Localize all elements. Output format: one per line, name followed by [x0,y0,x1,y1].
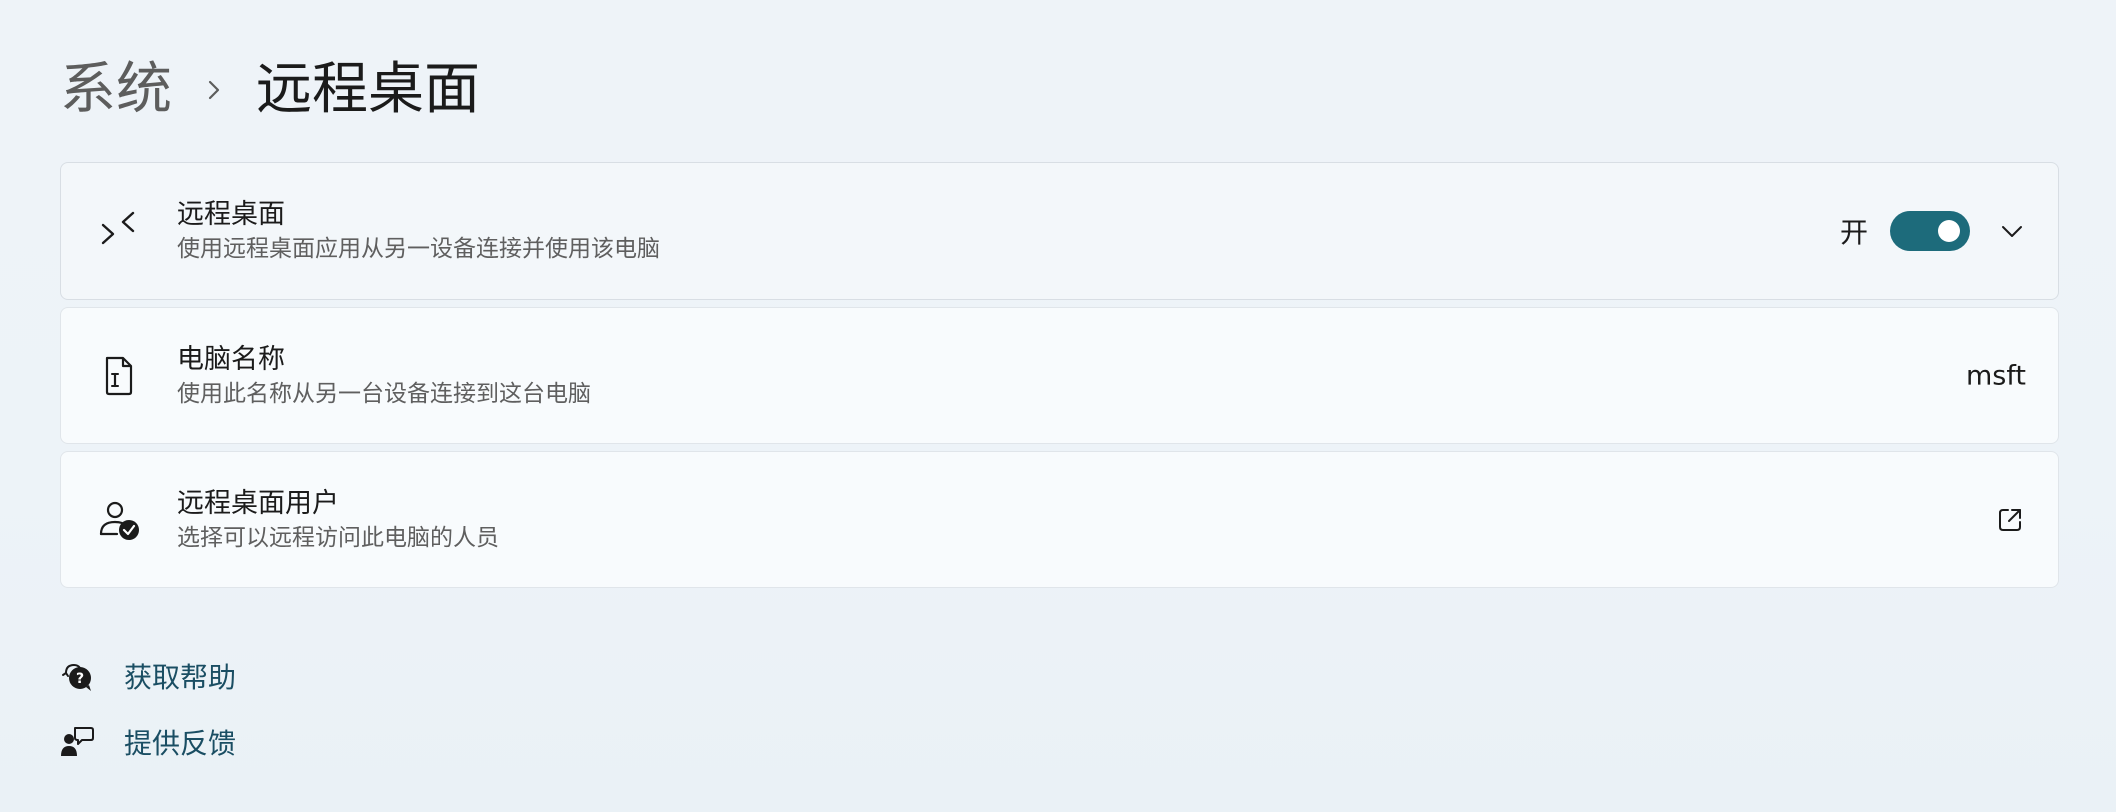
get-help-label[interactable]: 获取帮助 [124,656,236,696]
remote-users-text: 远程桌面用户 选择可以远程访问此电脑的人员 [177,486,499,554]
remote-desktop-icon [97,209,141,253]
page-title: 远程桌面 [256,57,480,122]
remote-users-title: 远程桌面用户 [177,487,339,519]
breadcrumb: 系统 远程桌面 [60,52,480,128]
pc-name-subtitle: 使用此名称从另一台设备连接到这台电脑 [177,380,591,407]
toggle-knob [1938,220,1960,242]
settings-page: 系统 远程桌面 远程桌面 使用远程桌面应用从另一设备连接并使用该电脑 开 电脑名… [60,0,2059,812]
pc-name-value: msft [1966,360,2026,391]
feedback-person-icon [60,725,94,759]
give-feedback-label[interactable]: 提供反馈 [124,722,236,762]
chevron-right-icon [172,52,256,128]
user-check-icon [97,498,141,542]
remote-desktop-toggle[interactable] [1890,211,1970,251]
toggle-state-label: 开 [1839,216,1868,249]
help-chat-icon: ? [60,659,94,693]
chevron-down-icon[interactable] [2000,219,2024,243]
pc-name-card[interactable]: 电脑名称 使用此名称从另一台设备连接到这台电脑 msft [60,307,2059,444]
svg-text:?: ? [76,671,84,687]
remote-desktop-card[interactable]: 远程桌面 使用远程桌面应用从另一设备连接并使用该电脑 开 [60,162,2059,300]
give-feedback-link[interactable]: 提供反馈 [60,722,236,762]
pc-name-text: 电脑名称 使用此名称从另一台设备连接到这台电脑 [177,342,591,410]
pc-name-document-icon [97,354,141,398]
remote-desktop-subtitle: 使用远程桌面应用从另一设备连接并使用该电脑 [177,236,660,262]
remote-users-card[interactable]: 远程桌面用户 选择可以远程访问此电脑的人员 [60,451,2059,588]
get-help-link[interactable]: ? 获取帮助 [60,656,236,696]
remote-desktop-text: 远程桌面 使用远程桌面应用从另一设备连接并使用该电脑 [177,197,660,265]
remote-desktop-title: 远程桌面 [177,199,285,230]
pc-name-title: 电脑名称 [177,343,285,375]
remote-users-subtitle: 选择可以远程访问此电脑的人员 [177,524,499,551]
breadcrumb-parent-system[interactable]: 系统 [60,52,172,128]
open-external-icon[interactable] [1996,506,2024,534]
